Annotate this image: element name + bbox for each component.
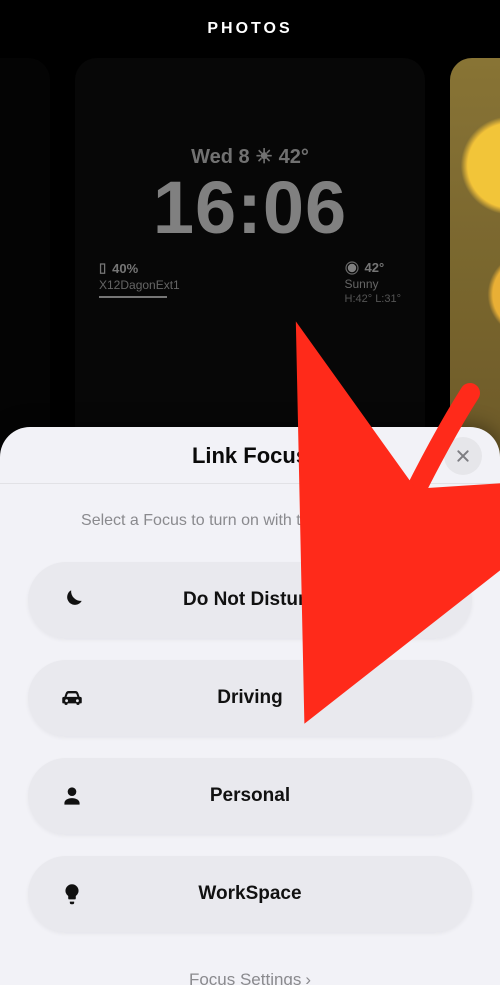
focus-option-workspace[interactable]: WorkSpace bbox=[28, 856, 472, 932]
sun-icon bbox=[347, 263, 355, 271]
focus-label: WorkSpace bbox=[28, 883, 472, 905]
focus-settings-link[interactable]: Focus Settings › bbox=[189, 970, 311, 985]
close-icon bbox=[455, 448, 471, 464]
sheet-subtitle: Select a Focus to turn on with this Lock… bbox=[75, 484, 425, 556]
focus-label: Driving bbox=[28, 687, 472, 709]
car-icon bbox=[58, 684, 86, 712]
wallpaper-card-next[interactable] bbox=[450, 58, 500, 488]
moon-icon bbox=[58, 586, 86, 614]
wallpaper-card-prev[interactable] bbox=[0, 58, 50, 488]
focus-option-driving[interactable]: Driving bbox=[28, 660, 472, 736]
link-focus-sheet: Link Focus Select a Focus to turn on wit… bbox=[0, 427, 500, 985]
focus-list: Do Not Disturb Driving Personal bbox=[28, 562, 472, 932]
focus-label: Do Not Disturb bbox=[28, 589, 472, 611]
close-button[interactable] bbox=[444, 437, 482, 475]
lockscreen-time: 16:06 bbox=[91, 165, 409, 250]
person-icon bbox=[58, 782, 86, 810]
carousel-category-label: PHOTOS bbox=[0, 20, 500, 38]
weather-widget: 42° Sunny H:42° L:31° bbox=[345, 260, 402, 305]
chevron-right-icon: › bbox=[305, 970, 311, 985]
sheet-title: Link Focus bbox=[0, 443, 500, 469]
lockscreen-selection-stage: PHOTOS Wed 8 ☀︎ 42° 16:06 ▯40% X12DagonE… bbox=[0, 0, 500, 985]
focus-settings-label: Focus Settings bbox=[189, 970, 301, 985]
battery-icon: ▯ bbox=[99, 260, 106, 276]
focus-option-personal[interactable]: Personal bbox=[28, 758, 472, 834]
lockscreen-dateline: Wed 8 ☀︎ 42° bbox=[91, 144, 409, 169]
battery-widget: ▯40% X12DagonExt1 bbox=[99, 260, 180, 305]
focus-option-do-not-disturb[interactable]: Do Not Disturb bbox=[28, 562, 472, 638]
bulb-icon bbox=[58, 880, 86, 908]
focus-label: Personal bbox=[28, 785, 472, 807]
